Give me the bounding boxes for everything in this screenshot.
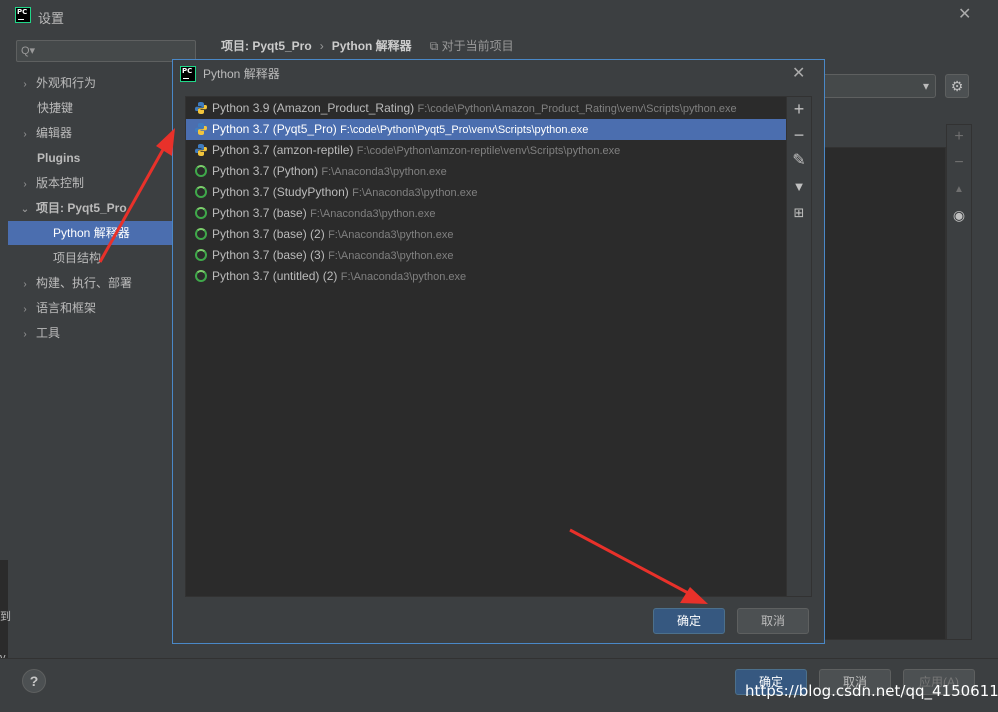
pycharm-logo-icon: PC bbox=[180, 66, 196, 82]
interpreter-settings-gear-icon[interactable]: ⚙ bbox=[945, 74, 969, 98]
pycharm-logo-icon: PC bbox=[15, 7, 31, 23]
dialog-cancel-button[interactable]: 取消 bbox=[737, 608, 809, 634]
show-paths-tree-icon[interactable]: ⊞ bbox=[790, 204, 808, 222]
upgrade-package-icon[interactable]: ▲ bbox=[951, 182, 967, 198]
chevron-down-icon: ⌄ bbox=[20, 204, 30, 215]
edit-pencil-icon[interactable]: ✎ bbox=[790, 152, 808, 170]
search-icon: Q▾ bbox=[21, 45, 36, 57]
breadcrumb-page: Python 解释器 bbox=[331, 39, 412, 53]
remove-package-icon[interactable]: − bbox=[951, 155, 967, 171]
interpreter-row[interactable]: Python 3.7 (StudyPython) F:\Anaconda3\py… bbox=[186, 182, 786, 203]
conda-icon bbox=[195, 186, 207, 198]
chevron-right-icon: › bbox=[23, 129, 27, 140]
conda-icon bbox=[195, 165, 207, 177]
conda-icon bbox=[195, 270, 207, 282]
interpreter-row[interactable]: Python 3.7 (base) (3) F:\Anaconda3\pytho… bbox=[186, 245, 786, 266]
interpreter-row[interactable]: Python 3.9 (Amazon_Product_Rating) F:\co… bbox=[186, 98, 786, 119]
remove-interpreter-icon[interactable]: − bbox=[790, 126, 808, 144]
dialog-close-icon[interactable]: ✕ bbox=[792, 66, 805, 82]
chevron-right-icon: › bbox=[23, 79, 27, 90]
add-package-icon[interactable]: + bbox=[951, 129, 967, 145]
eye-icon[interactable]: ◉ bbox=[951, 207, 967, 223]
chevron-right-icon: › bbox=[23, 279, 27, 290]
interpreter-toolbar bbox=[787, 96, 812, 597]
interpreter-row-selected[interactable]: Python 3.7 (Pyqt5_Pro) F:\code\Python\Py… bbox=[186, 119, 786, 140]
breadcrumb: 项目: Pyqt5_Pro › Python 解释器 ⧉ 对于当前项目 bbox=[221, 37, 514, 55]
filter-icon[interactable]: ▼ bbox=[790, 178, 808, 196]
packages-toolbar bbox=[946, 124, 972, 640]
breadcrumb-project[interactable]: 项目: Pyqt5_Pro bbox=[221, 39, 312, 53]
dialog-ok-button[interactable]: 确定 bbox=[653, 608, 725, 634]
left-edge-text: 到 bbox=[0, 611, 11, 623]
chevron-right-icon: › bbox=[23, 304, 27, 315]
interpreter-row[interactable]: Python 3.7 (base) F:\Anaconda3\python.ex… bbox=[186, 203, 786, 224]
python-icon bbox=[195, 102, 207, 114]
watermark-text: https://blog.csdn.net/qq_41506111 bbox=[745, 682, 998, 700]
interpreter-row[interactable]: Python 3.7 (amzon-reptile) F:\code\Pytho… bbox=[186, 140, 786, 161]
for-current-project-label: ⧉ 对于当前项目 bbox=[429, 39, 514, 53]
conda-icon bbox=[195, 207, 207, 219]
dialog-title: Python 解释器 bbox=[203, 67, 280, 81]
settings-search-input[interactable]: Q▾ bbox=[16, 40, 196, 62]
interpreter-row[interactable]: Python 3.7 (Python) F:\Anaconda3\python.… bbox=[186, 161, 786, 182]
interpreter-row[interactable]: Python 3.7 (untitled) (2) F:\Anaconda3\p… bbox=[186, 266, 786, 287]
help-icon[interactable]: ? bbox=[22, 669, 46, 693]
settings-titlebar bbox=[0, 0, 998, 30]
breadcrumb-separator: › bbox=[319, 39, 324, 53]
python-icon bbox=[195, 123, 207, 135]
chevron-right-icon: › bbox=[23, 179, 27, 190]
chevron-down-icon: ▾ bbox=[922, 79, 929, 93]
window-title: 设置 bbox=[38, 11, 65, 26]
python-icon bbox=[195, 144, 207, 156]
add-interpreter-icon[interactable]: + bbox=[790, 100, 808, 118]
window-close-icon[interactable]: ✕ bbox=[958, 7, 971, 23]
conda-icon bbox=[195, 228, 207, 240]
chevron-right-icon: › bbox=[23, 329, 27, 340]
interpreter-row[interactable]: Python 3.7 (base) (2) F:\Anaconda3\pytho… bbox=[186, 224, 786, 245]
conda-icon bbox=[195, 249, 207, 261]
